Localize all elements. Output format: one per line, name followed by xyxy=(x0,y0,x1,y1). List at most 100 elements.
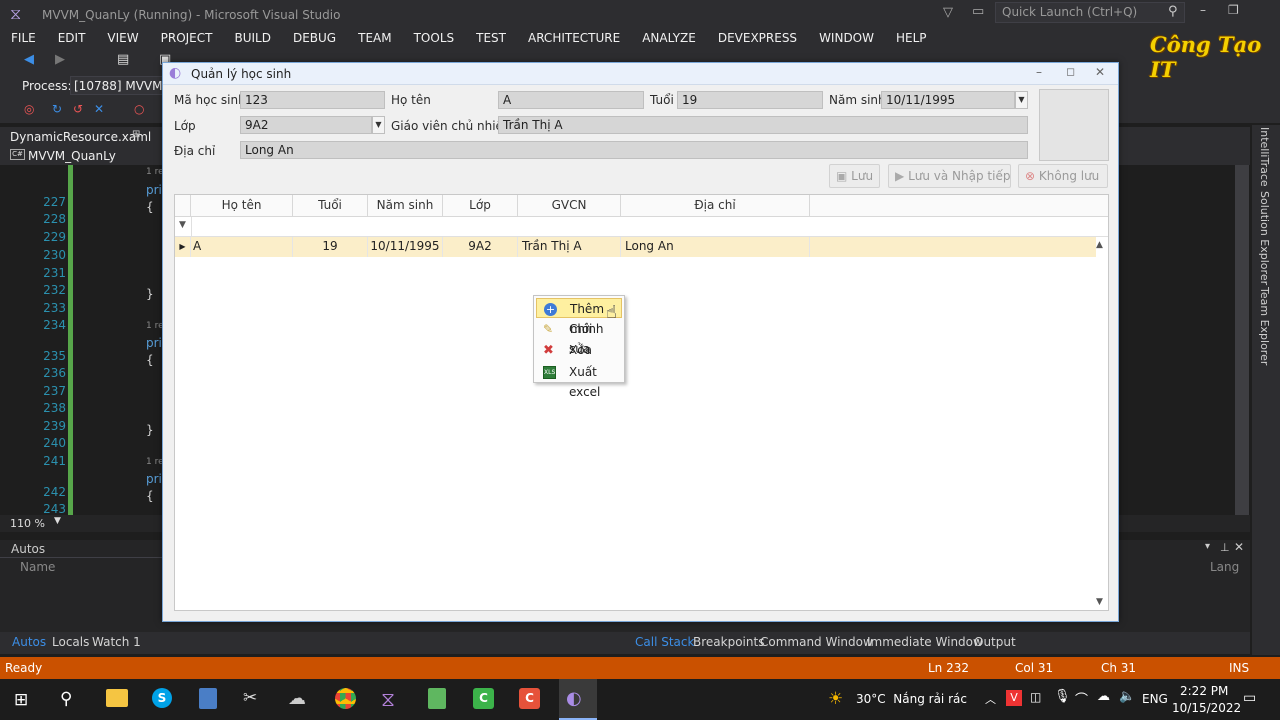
chrome-icon[interactable] xyxy=(335,688,356,709)
bottom-tab-watch-1[interactable]: Watch 1 xyxy=(92,635,141,649)
network-icon[interactable]: ⌒ xyxy=(1075,689,1088,708)
bottom-tab-locals[interactable]: Locals xyxy=(52,635,89,649)
weather-text[interactable]: 30°C Nắng rải rác xyxy=(856,692,967,706)
new-project-icon[interactable]: ▤ xyxy=(117,52,129,67)
menu-architecture[interactable]: ARCHITECTURE xyxy=(517,31,631,45)
dialog-close-icon[interactable]: ✕ xyxy=(1095,65,1105,79)
col-gvcn[interactable]: GVCN xyxy=(518,195,621,217)
bottom-tab-call-stack[interactable]: Call Stack xyxy=(635,635,694,649)
nam-sinh-dropdown-icon[interactable]: ▼ xyxy=(1015,91,1028,109)
diag-tool-icon[interactable]: ◎ xyxy=(24,102,34,116)
skype-icon[interactable]: S xyxy=(152,688,172,708)
taskbar-search-icon[interactable]: ⚲ xyxy=(60,689,72,709)
cell-dia-chi[interactable]: Long An xyxy=(625,237,810,257)
menu-window[interactable]: WINDOW xyxy=(808,31,885,45)
save-next-button[interactable]: ▶ Lưu và Nhập tiếp xyxy=(888,164,1011,188)
step-over-icon[interactable]: ↺ xyxy=(73,102,83,116)
notepad-icon[interactable] xyxy=(428,688,446,709)
tray-app-icon[interactable]: V xyxy=(1006,690,1022,706)
editor-scrollbar[interactable] xyxy=(1235,165,1249,515)
clock-time[interactable]: 2:22 PM xyxy=(1180,684,1228,698)
col-lop[interactable]: Lớp xyxy=(443,195,518,217)
mic-icon[interactable]: 🎙 xyxy=(1054,689,1071,704)
col-dia-chi[interactable]: Địa chỉ xyxy=(621,195,810,217)
scroll-down-icon[interactable]: ▼ xyxy=(1096,597,1103,607)
menu-item-xoa[interactable]: ✖ Xóa xyxy=(536,340,622,360)
no-save-button[interactable]: ⊗ Không lưu xyxy=(1018,164,1108,188)
camtasia-recorder-icon[interactable]: C xyxy=(519,688,540,709)
breakpoint-icon[interactable]: ○ xyxy=(134,102,144,116)
menu-file[interactable]: FILE xyxy=(0,31,47,45)
menu-project[interactable]: PROJECT xyxy=(150,31,224,45)
tuoi-field[interactable]: 19 xyxy=(677,91,823,109)
menu-item-xuat-excel[interactable]: XLS Xuất excel xyxy=(536,362,622,399)
panel-menu-icon[interactable]: ▾ xyxy=(1205,541,1210,552)
quick-launch-input[interactable]: Quick Launch (Ctrl+Q) xyxy=(995,2,1185,23)
bottom-tab-autos[interactable]: Autos xyxy=(12,635,46,649)
language-indicator[interactable]: ENG xyxy=(1142,692,1168,706)
clock-date[interactable]: 10/15/2022 xyxy=(1172,701,1241,715)
menu-help[interactable]: HELP xyxy=(885,31,938,45)
step-into-icon[interactable]: ↻ xyxy=(52,102,62,116)
panel-pin-icon[interactable]: ⊥ xyxy=(1220,541,1230,554)
gvcn-field[interactable]: Trần Thị A xyxy=(498,116,1028,134)
autos-col-lang[interactable]: Lang xyxy=(1210,560,1239,574)
tray-chevron-icon[interactable]: ︿ xyxy=(985,691,996,707)
col-nam-sinh[interactable]: Năm sinh xyxy=(368,195,443,217)
rail-intellitrace[interactable]: IntelliTrace xyxy=(1258,127,1271,187)
save-button[interactable]: ▣ Lưu xyxy=(829,164,880,188)
col-ho-ten[interactable]: Họ tên xyxy=(191,195,293,217)
back-icon[interactable]: ◀ xyxy=(24,52,34,67)
forward-icon[interactable]: ▶ xyxy=(55,52,65,67)
col-tuoi[interactable]: Tuổi xyxy=(293,195,368,217)
photo-box[interactable] xyxy=(1039,89,1109,161)
zoom-level[interactable]: 110 % xyxy=(10,517,45,530)
autos-col-name[interactable]: Name xyxy=(20,560,55,574)
volume-icon[interactable]: 🔈 xyxy=(1119,689,1135,704)
cell-ho-ten[interactable]: A xyxy=(193,237,293,257)
dia-chi-field[interactable]: Long An xyxy=(240,141,1028,159)
step-out-icon[interactable]: ✕ xyxy=(94,102,104,116)
lop-dropdown-icon[interactable]: ▼ xyxy=(372,116,385,134)
lop-field[interactable]: 9A2 xyxy=(240,116,372,134)
bottom-tab-immediate-window[interactable]: Immediate Window xyxy=(867,635,983,649)
dialog-minimize-icon[interactable]: – xyxy=(1036,65,1042,79)
minimize-icon[interactable]: – xyxy=(1200,3,1206,17)
bottom-tab-command-window[interactable]: Command Window xyxy=(760,635,873,649)
zoom-dropdown-icon[interactable]: ▼ xyxy=(54,516,61,526)
dialog-maximize-icon[interactable]: ◻ xyxy=(1066,65,1075,78)
menu-test[interactable]: TEST xyxy=(465,31,517,45)
notification-icon[interactable]: ▭ xyxy=(1243,690,1256,706)
camtasia-icon[interactable]: C xyxy=(473,688,494,709)
process-combo[interactable]: [10788] MVVM_Qu xyxy=(70,76,165,95)
bottom-tab-output[interactable]: Output xyxy=(974,635,1016,649)
bottom-tab-breakpoints[interactable]: Breakpoints xyxy=(693,635,764,649)
menu-debug[interactable]: DEBUG xyxy=(282,31,347,45)
table-row[interactable]: ▶ A 19 10/11/1995 9A2 Trần Thị A Long An xyxy=(175,237,1096,257)
filter-icon[interactable]: ▽ xyxy=(943,5,953,20)
start-icon[interactable]: ⊞ xyxy=(14,690,28,710)
menu-team[interactable]: TEAM xyxy=(347,31,402,45)
scroll-up-icon[interactable]: ▲ xyxy=(1096,240,1103,250)
cell-gvcn[interactable]: Trần Thị A xyxy=(522,237,621,257)
feedback-icon[interactable]: ▭ xyxy=(972,4,984,19)
pin-icon[interactable]: ⊞ xyxy=(132,129,140,140)
tool-icon[interactable]: ✂ xyxy=(243,688,257,708)
onedrive-icon[interactable]: ☁ xyxy=(1097,689,1110,704)
tray-camera-icon[interactable]: ◫ xyxy=(1030,690,1041,704)
cell-lop[interactable]: 9A2 xyxy=(443,237,518,257)
file-explorer-icon[interactable] xyxy=(106,689,128,707)
student-grid[interactable]: Họ tên Tuổi Năm sinh Lớp GVCN Địa chỉ ▼ … xyxy=(174,194,1109,611)
search-icon[interactable]: ⚲ xyxy=(1168,4,1178,19)
ho-ten-field[interactable]: A xyxy=(498,91,644,109)
ma-hoc-sinh-field[interactable]: 123 xyxy=(240,91,385,109)
cell-nam-sinh[interactable]: 10/11/1995 xyxy=(368,237,443,257)
rail-solution-explorer[interactable]: Solution Explorer xyxy=(1258,191,1271,285)
nam-sinh-field[interactable]: 10/11/1995 xyxy=(881,91,1015,109)
project-selector[interactable]: MVVM_QuanLy xyxy=(28,149,116,163)
visual-studio-icon[interactable]: ⧖ xyxy=(381,687,395,711)
menu-build[interactable]: BUILD xyxy=(223,31,281,45)
cloud-app-icon[interactable]: ☁ xyxy=(288,688,306,709)
filter-row[interactable]: ▼ xyxy=(175,217,1108,237)
menu-devexpress[interactable]: DEVEXPRESS xyxy=(707,31,808,45)
